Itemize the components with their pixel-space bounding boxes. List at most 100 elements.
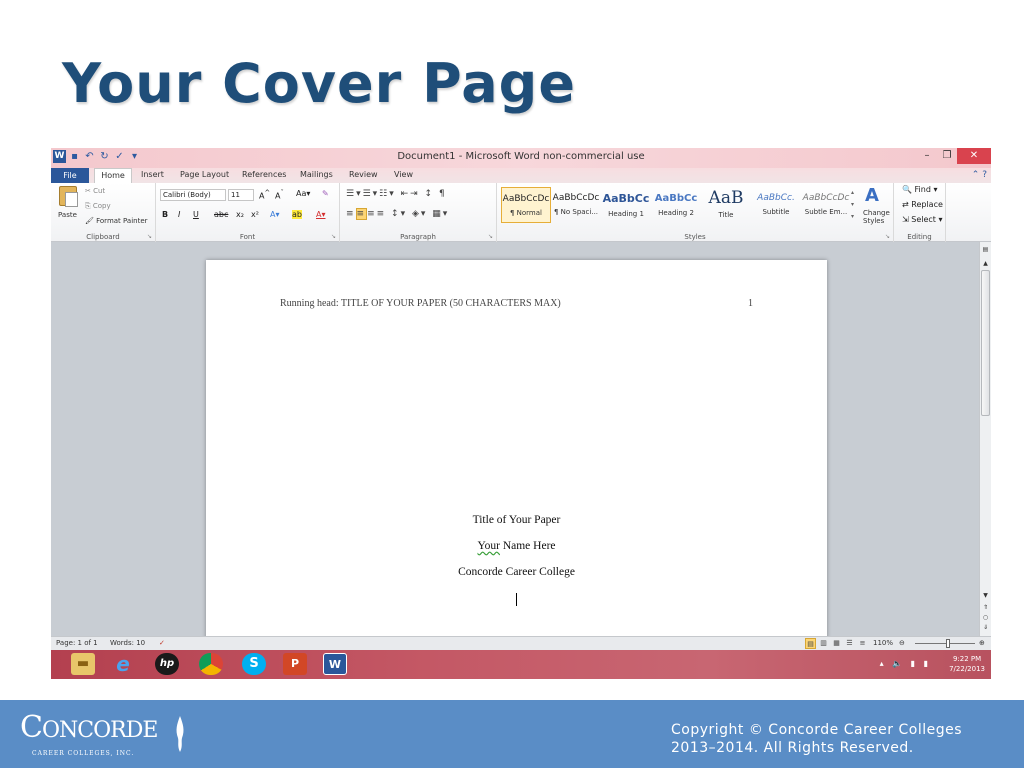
styles-label: Styles: [684, 233, 706, 241]
zoom-level[interactable]: 110%: [873, 639, 893, 647]
style-heading-2[interactable]: AaBbCc Heading 2: [651, 187, 701, 223]
align-right-icon[interactable]: ≡: [367, 209, 377, 219]
replace-button[interactable]: ⇄ Replace: [902, 200, 943, 209]
document-page[interactable]: Running head: TITLE OF YOUR PAPER (50 CH…: [206, 260, 827, 636]
styles-scroll-icon[interactable]: ▴ ▾ ▾: [851, 187, 854, 223]
align-left-icon[interactable]: ≡: [346, 209, 356, 219]
paste-icon[interactable]: [59, 186, 78, 207]
word-taskbar-icon[interactable]: W: [323, 653, 347, 675]
concorde-logo: CONCORDE CAREER COLLEGES, INC.: [20, 710, 184, 757]
close-icon[interactable]: ✕: [957, 148, 991, 164]
minimize-icon[interactable]: –: [917, 148, 937, 164]
powerpoint-icon[interactable]: P: [283, 653, 307, 675]
style-heading-1[interactable]: AaBbCc Heading 1: [601, 187, 651, 223]
tab-review[interactable]: Review: [349, 170, 378, 179]
alignment-icons[interactable]: ≡≡≡≡ ↕▾ ◈▾ ▦▾: [346, 208, 449, 220]
help-icon[interactable]: ?: [982, 170, 987, 180]
zoom-in-icon[interactable]: ⊕: [979, 639, 985, 647]
hp-icon[interactable]: hp: [155, 653, 179, 675]
change-case-icon[interactable]: Aa▾: [296, 189, 310, 198]
font-launcher-icon[interactable]: ↘: [331, 233, 336, 240]
chrome-icon[interactable]: [199, 653, 223, 675]
tab-view[interactable]: View: [394, 170, 413, 179]
justify-icon[interactable]: ≡: [377, 209, 387, 219]
list-icons[interactable]: ☰▾☰▾☷▾ ⇤⇥ ↕ ¶: [346, 189, 447, 199]
running-head[interactable]: Running head: TITLE OF YOUR PAPER (50 CH…: [280, 298, 561, 309]
select-button[interactable]: ⇲ Select ▾: [902, 215, 943, 224]
grow-font-icon[interactable]: A^: [259, 189, 270, 201]
title-bar: W ▪ ↶ ↻ ✓ ▾ Document1 - Microsoft Word n…: [51, 148, 991, 168]
word-window: W ▪ ↶ ↻ ✓ ▾ Document1 - Microsoft Word n…: [51, 148, 991, 679]
subscript-icon[interactable]: x₂: [236, 210, 244, 219]
highlight-icon[interactable]: ab: [292, 210, 302, 219]
file-explorer-icon[interactable]: ▬: [71, 653, 95, 675]
format-painter-button[interactable]: 🖌 Format Painter: [85, 217, 148, 225]
change-styles-button[interactable]: Change Styles: [863, 209, 893, 225]
outline-icon[interactable]: ☰: [844, 638, 855, 649]
style-title[interactable]: AaB Title: [701, 187, 751, 223]
find-button[interactable]: 🔍 Find ▾: [902, 185, 937, 194]
text-cursor: [516, 593, 517, 606]
paper-title[interactable]: Title of Your Paper: [206, 514, 827, 526]
zoom-slider-knob[interactable]: [946, 639, 950, 648]
browse-object-icon[interactable]: ○: [980, 614, 991, 621]
scroll-up-icon[interactable]: ▲: [980, 260, 991, 267]
slide-title: Your Cover Page: [62, 52, 576, 115]
zoom-slider[interactable]: [915, 643, 975, 644]
clear-formatting-icon[interactable]: ✎: [322, 189, 329, 198]
italic-icon[interactable]: I: [178, 210, 180, 219]
tab-home[interactable]: Home: [94, 168, 132, 183]
minimize-ribbon-icon[interactable]: ⌃: [972, 170, 980, 180]
draft-icon[interactable]: ≡: [857, 638, 868, 649]
page-count[interactable]: Page: 1 of 1: [56, 639, 98, 647]
web-layout-icon[interactable]: ▦: [831, 638, 842, 649]
style-no-spacing[interactable]: AaBbCcDc ¶ No Spaci...: [551, 187, 601, 223]
font-name-select[interactable]: Calibri (Body): [160, 189, 226, 201]
shrink-font-icon[interactable]: Aˇ: [275, 189, 284, 201]
align-center-icon[interactable]: ≡: [355, 208, 368, 220]
internet-explorer-icon[interactable]: e: [111, 653, 135, 675]
paragraph-launcher-icon[interactable]: ↘: [488, 233, 493, 240]
print-layout-icon[interactable]: ▤: [805, 638, 816, 649]
superscript-icon[interactable]: x²: [251, 210, 259, 219]
next-page-icon[interactable]: ⇓: [980, 624, 991, 631]
previous-page-icon[interactable]: ⇑: [980, 604, 991, 611]
zoom-out-icon[interactable]: ⊖: [899, 639, 905, 647]
copy-button[interactable]: ⎘ Copy: [85, 202, 111, 211]
institution[interactable]: Concorde Career College: [206, 566, 827, 578]
ribbon-tabs: File Home Insert Page Layout References …: [51, 168, 991, 183]
clock[interactable]: 9:22 PM 7/22/2013: [949, 654, 985, 674]
style-subtitle[interactable]: AaBbCc. Subtitle: [751, 187, 801, 223]
word-count[interactable]: Words: 10: [110, 639, 145, 647]
vertical-scrollbar[interactable]: ▤ ▲ ▼ ⇑ ○ ⇓: [979, 242, 991, 636]
cut-button[interactable]: ✂ Cut: [85, 187, 105, 195]
editing-label: Editing: [907, 233, 932, 241]
ruler-toggle-icon[interactable]: ▤: [980, 246, 991, 253]
strikethrough-icon[interactable]: abc: [214, 210, 228, 219]
paste-button[interactable]: Paste: [58, 211, 77, 219]
author-name[interactable]: Your Name Here: [206, 540, 827, 552]
scroll-thumb[interactable]: [981, 270, 990, 416]
bold-icon[interactable]: B: [162, 210, 168, 219]
tab-references[interactable]: References: [242, 170, 286, 179]
style-subtle-emphasis[interactable]: AaBbCcDc Subtle Em...: [801, 187, 851, 223]
proofing-icon[interactable]: ✓: [159, 639, 165, 647]
restore-icon[interactable]: ❐: [937, 148, 957, 164]
styles-launcher-icon[interactable]: ↘: [885, 233, 890, 240]
text-effects-icon[interactable]: A▾: [270, 210, 280, 219]
tab-mailings[interactable]: Mailings: [300, 170, 333, 179]
tab-page-layout[interactable]: Page Layout: [180, 170, 229, 179]
system-tray-icons[interactable]: ▴ 🔈 ▮ ▮: [880, 659, 931, 668]
page-number[interactable]: 1: [748, 298, 753, 309]
full-screen-icon[interactable]: ▥: [818, 638, 829, 649]
font-size-select[interactable]: 11: [228, 189, 254, 201]
clipboard-launcher-icon[interactable]: ↘: [147, 233, 152, 240]
font-color-icon[interactable]: A▾: [316, 210, 326, 219]
tab-file[interactable]: File: [51, 168, 89, 183]
scroll-down-icon[interactable]: ▼: [980, 592, 991, 599]
skype-icon[interactable]: S: [242, 653, 266, 675]
underline-icon[interactable]: U: [193, 210, 199, 219]
style-normal[interactable]: AaBbCcDc ¶ Normal: [501, 187, 551, 223]
change-styles-icon[interactable]: A: [865, 185, 879, 206]
tab-insert[interactable]: Insert: [141, 170, 164, 179]
